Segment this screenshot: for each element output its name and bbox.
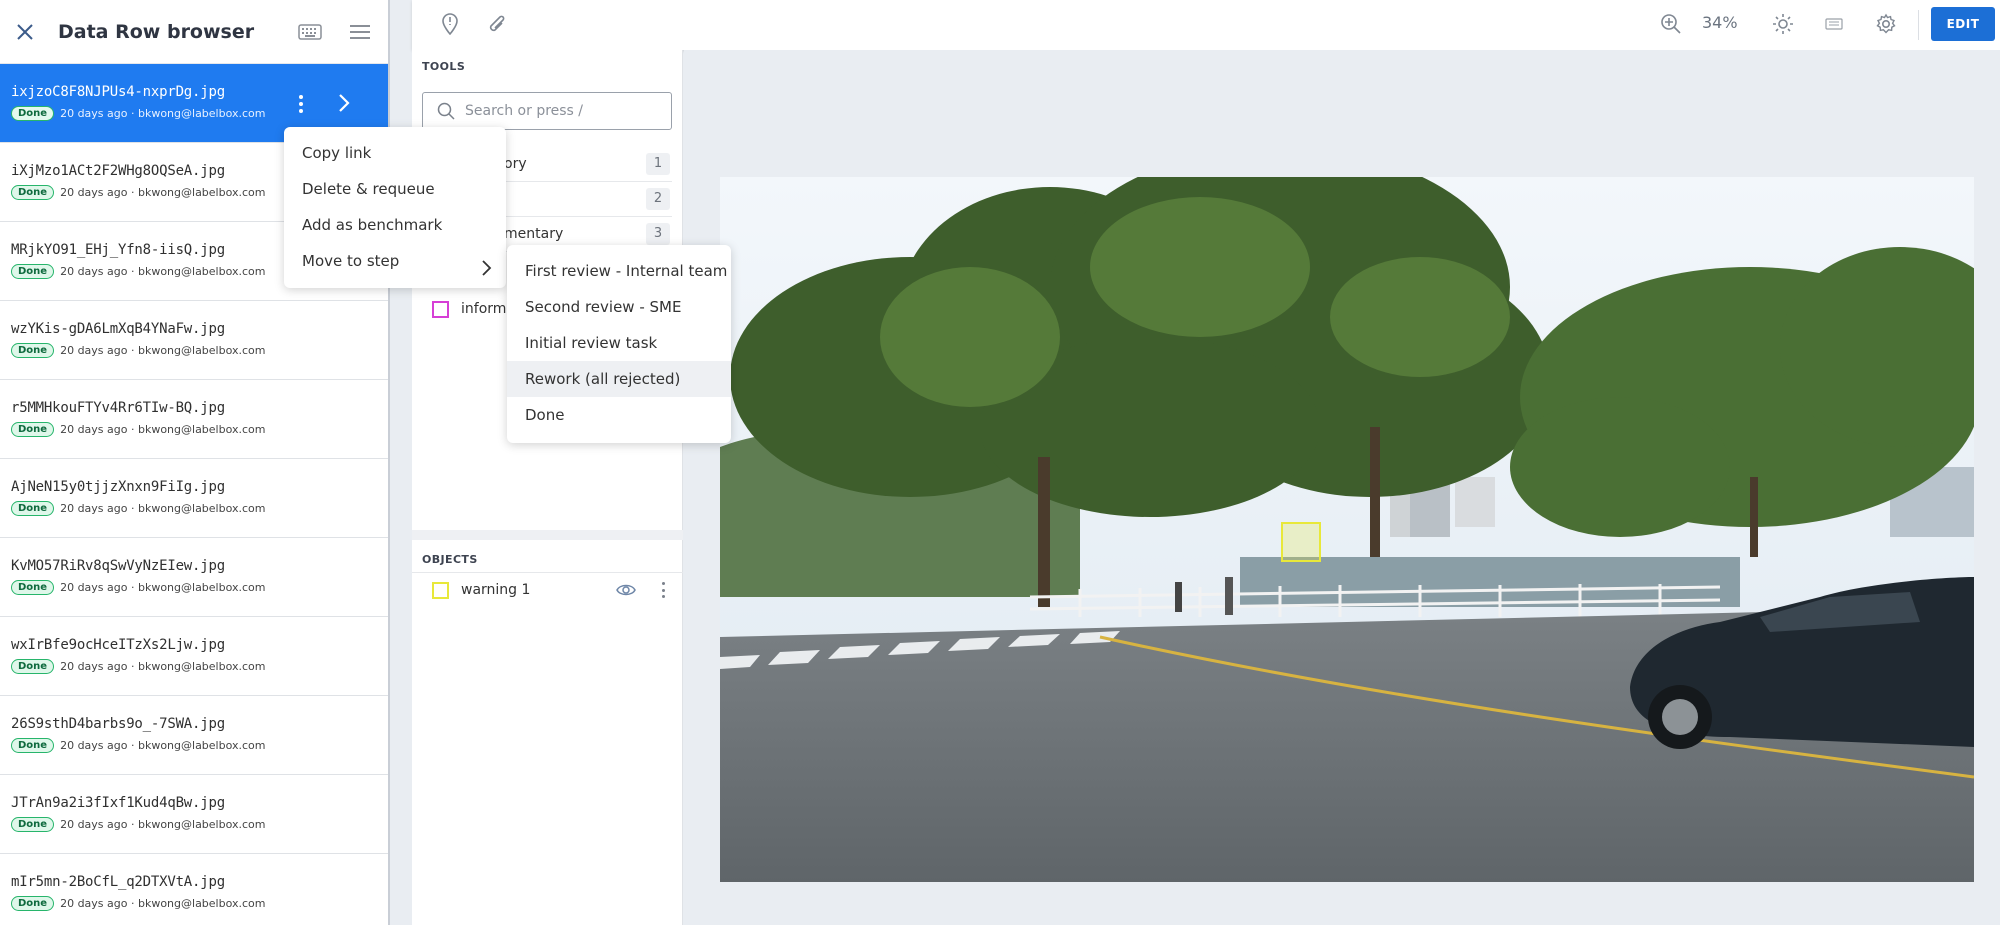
row-timestamp-author: 20 days ago · bkwong@labelbox.com: [60, 186, 266, 199]
row-filename: AjNeN15y0tjjzXnxn9FiIg.jpg: [11, 479, 225, 495]
list-item[interactable]: 26S9sthD4barbs9o_-7SWA.jpg Done 20 days ag…: [0, 696, 388, 775]
row-timestamp-author: 20 days ago · bkwong@labelbox.com: [60, 107, 266, 120]
row-timestamp-author: 20 days ago · bkwong@labelbox.com: [60, 265, 266, 278]
more-options-icon[interactable]: [292, 89, 310, 119]
menu-icon[interactable]: [346, 18, 374, 46]
row-meta: Done 20 days ago · bkwong@labelbox.com: [11, 580, 388, 595]
tool-search[interactable]: [422, 92, 672, 130]
status-badge: Done: [11, 817, 55, 832]
color-swatch: [432, 300, 449, 318]
search-icon: [437, 102, 455, 120]
zoom-level: 34%: [1702, 13, 1738, 32]
row-meta: Done 20 days ago · bkwong@labelbox.com: [11, 343, 388, 358]
row-filename: JTrAn9a2i3fIxf1Kud4qBw.jpg: [11, 795, 225, 811]
row-meta: Done 20 days ago · bkwong@labelbox.com: [11, 501, 388, 516]
list-item[interactable]: AjNeN15y0tjjzXnxn9FiIg.jpg Done 20 days ag…: [0, 459, 388, 538]
edit-button[interactable]: EDIT: [1931, 7, 1995, 41]
row-timestamp-author: 20 days ago · bkwong@labelbox.com: [60, 818, 266, 831]
step-done[interactable]: Done: [507, 397, 731, 433]
row-timestamp-author: 20 days ago · bkwong@labelbox.com: [60, 660, 266, 673]
step-rework[interactable]: Rework (all rejected): [507, 361, 731, 397]
step-initial-review[interactable]: Initial review task: [507, 325, 731, 361]
list-item[interactable]: mIr5mn-2BoCfL_q2DTXVtA.jpg Done 20 days ag…: [0, 854, 388, 925]
tools-heading: TOOLS: [422, 60, 466, 73]
row-timestamp-author: 20 days ago · bkwong@labelbox.com: [60, 502, 266, 515]
row-timestamp-author: 20 days ago · bkwong@labelbox.com: [60, 739, 266, 752]
row-timestamp-author: 20 days ago · bkwong@labelbox.com: [60, 897, 266, 910]
row-meta: Done 20 days ago · bkwong@labelbox.com: [11, 738, 388, 753]
status-badge: Done: [11, 501, 55, 516]
pin-icon[interactable]: [438, 12, 462, 36]
tool-hotkey: 3: [646, 223, 670, 245]
row-filename: mIr5mn-2BoCfL_q2DTXVtA.jpg: [11, 874, 225, 890]
row-filename: ixjzoC8F8NJPUs4-nxprDg.jpg: [11, 84, 225, 100]
list-item[interactable]: JTrAn9a2i3fIxf1Kud4qBw.jpg Done 20 days ag…: [0, 775, 388, 854]
add-benchmark-menu-item[interactable]: Add as benchmark: [284, 207, 506, 243]
settings-icon[interactable]: [1874, 12, 1898, 36]
paperclip-icon[interactable]: [486, 12, 510, 36]
status-badge: Done: [11, 422, 55, 437]
street-photo[interactable]: [720, 177, 1974, 882]
classification-item[interactable]: informa: [432, 297, 515, 321]
status-badge: Done: [11, 106, 55, 121]
row-meta: Done 20 days ago · bkwong@labelbox.com: [11, 659, 388, 674]
list-item[interactable]: wxIrBfe9ocHceITzXs2Ljw.jpg Done 20 days ag…: [0, 617, 388, 696]
tool-hotkey: 1: [646, 153, 670, 175]
status-badge: Done: [11, 659, 55, 674]
labeling-canvas[interactable]: [684, 50, 2000, 925]
section-divider: [412, 530, 683, 540]
brightness-icon[interactable]: [1771, 12, 1795, 36]
status-badge: Done: [11, 343, 55, 358]
editor-toolbar: 34% EDIT: [412, 0, 2000, 50]
object-item[interactable]: warning 1: [432, 570, 672, 610]
step-second-review[interactable]: Second review - SME: [507, 289, 731, 325]
objects-header: OBJECTS: [412, 543, 683, 573]
copy-link-menu-item[interactable]: Copy link: [284, 135, 506, 171]
move-to-step-label: Move to step: [302, 252, 400, 270]
row-filename: 26S9sthD4barbs9o_-7SWA.jpg: [11, 716, 225, 732]
tool-name: ory: [504, 156, 527, 172]
color-swatch: [432, 581, 449, 599]
row-filename: KvMO57RiRv8qSwVyNzEIew.jpg: [11, 558, 225, 574]
chevron-right-icon: [480, 253, 494, 276]
panel-header: Data Row browser: [0, 0, 388, 64]
step-first-review[interactable]: First review - Internal team: [507, 253, 731, 289]
status-badge: Done: [11, 580, 55, 595]
row-filename: r5MMHkouFTYv4Rr6TIw-BQ.jpg: [11, 400, 225, 416]
keyboard-shortcuts-icon[interactable]: [1822, 12, 1846, 36]
move-to-step-menu-item[interactable]: Move to step: [284, 243, 506, 279]
list-item[interactable]: r5MMHkouFTYv4Rr6TIw-BQ.jpg Done 20 days ag…: [0, 380, 388, 459]
objects-heading: OBJECTS: [422, 553, 478, 566]
status-badge: Done: [11, 896, 55, 911]
row-timestamp-author: 20 days ago · bkwong@labelbox.com: [60, 581, 266, 594]
row-context-menu: Copy link Delete & requeue Add as benchm…: [284, 127, 506, 288]
panel-title: Data Row browser: [58, 20, 255, 43]
object-label: warning 1: [461, 582, 531, 598]
row-meta: Done 20 days ago · bkwong@labelbox.com: [11, 106, 388, 121]
tool-hotkey: 2: [646, 188, 670, 210]
zoom-in-icon[interactable]: [1659, 12, 1683, 36]
more-options-icon[interactable]: [660, 582, 666, 598]
status-badge: Done: [11, 738, 55, 753]
row-meta: Done 20 days ago · bkwong@labelbox.com: [11, 896, 388, 911]
row-filename: wzYKis-gDA6LmXqB4YNaFw.jpg: [11, 321, 225, 337]
row-timestamp-author: 20 days ago · bkwong@labelbox.com: [60, 344, 266, 357]
status-badge: Done: [11, 185, 55, 200]
keyboard-icon[interactable]: [296, 18, 324, 46]
row-meta: Done 20 days ago · bkwong@labelbox.com: [11, 422, 388, 437]
eye-icon[interactable]: [616, 580, 636, 600]
chevron-right-icon[interactable]: [334, 88, 358, 118]
toolbar-divider: [1918, 10, 1919, 40]
list-item[interactable]: wzYKis-gDA6LmXqB4YNaFw.jpg Done 20 days ag…: [0, 301, 388, 380]
row-filename: wxIrBfe9ocHceITzXs2Ljw.jpg: [11, 637, 225, 653]
status-badge: Done: [11, 264, 55, 279]
list-item[interactable]: KvMO57RiRv8qSwVyNzEIew.jpg Done 20 days ag…: [0, 538, 388, 617]
row-timestamp-author: 20 days ago · bkwong@labelbox.com: [60, 423, 266, 436]
close-icon[interactable]: [14, 21, 36, 43]
row-meta: Done 20 days ago · bkwong@labelbox.com: [11, 817, 388, 832]
search-input[interactable]: [465, 103, 655, 119]
move-to-step-submenu: First review - Internal team Second revi…: [507, 245, 731, 443]
delete-requeue-menu-item[interactable]: Delete & requeue: [284, 171, 506, 207]
